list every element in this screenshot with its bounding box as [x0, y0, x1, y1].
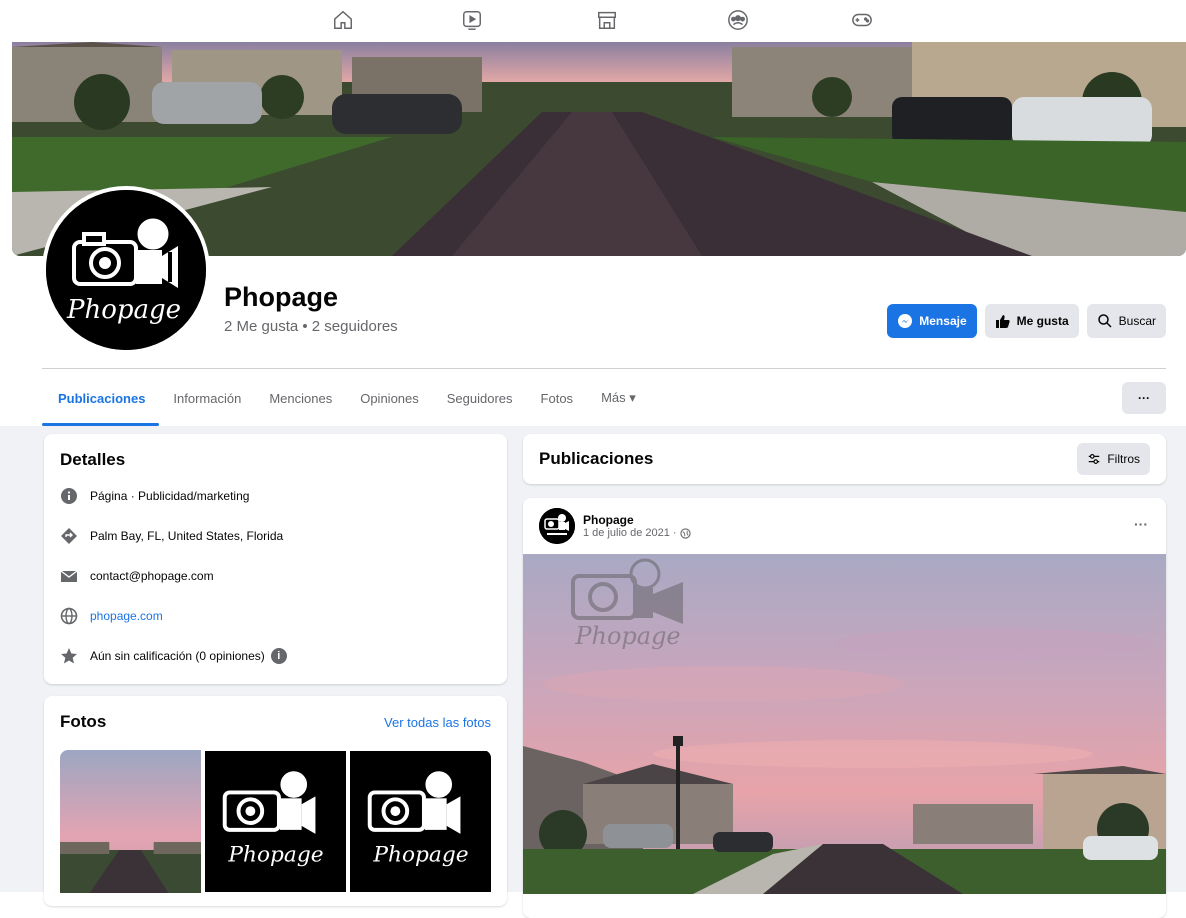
header-divider — [42, 368, 1166, 369]
watch-icon[interactable] — [460, 8, 484, 32]
detail-rating: Aún sin calificación (0 opiniones) i — [60, 636, 491, 676]
tab-publicaciones[interactable]: Publicaciones — [42, 370, 160, 426]
search-icon — [1097, 314, 1112, 328]
photo-logo-text: Phopage — [372, 842, 468, 867]
tab-seguidores[interactable]: Seguidores — [433, 370, 527, 426]
post-header: Phopage 1 de julio de 2021 · — [539, 508, 691, 544]
like-button-label: Me gusta — [1016, 314, 1069, 328]
photo-logo-text: Phopage — [227, 842, 323, 867]
like-button[interactable]: Me gusta — [984, 304, 1079, 338]
messenger-icon — [898, 314, 913, 328]
profile-picture[interactable]: Phopage — [42, 186, 210, 354]
detail-rating-text: Aún sin calificación (0 opiniones) — [90, 649, 265, 663]
filters-button-label: Filtros — [1107, 452, 1140, 466]
marketplace-icon[interactable] — [595, 8, 619, 32]
message-button[interactable]: Mensaje — [887, 304, 977, 338]
tab-mas[interactable]: Más ▾ — [587, 370, 650, 426]
detail-category-text: Página · Publicidad/marketing — [90, 489, 250, 503]
detail-location-text: Palm Bay, FL, United States, Florida — [90, 529, 284, 543]
post-date[interactable]: 1 de julio de 2021 · — [583, 527, 677, 539]
photo-thumbnail[interactable]: Phopage — [350, 750, 491, 893]
post-options-button[interactable]: ··· — [1134, 516, 1148, 532]
detail-email-text: contact@phopage.com — [90, 569, 214, 583]
detail-category: Página · Publicidad/marketing — [60, 476, 491, 516]
filters-button[interactable]: Filtros — [1077, 443, 1150, 475]
post-card: Phopage 1 de julio de 2021 · ··· Phopage — [523, 498, 1166, 918]
tab-informacion[interactable]: Información — [159, 370, 255, 426]
see-all-photos-link[interactable]: Ver todas las fotos — [384, 715, 491, 730]
search-button[interactable]: Buscar — [1086, 304, 1166, 338]
post-author-avatar[interactable] — [539, 508, 575, 544]
gaming-icon[interactable] — [850, 8, 874, 32]
detail-email: contact@phopage.com — [60, 556, 491, 596]
photo-thumbnail[interactable]: Phopage — [205, 750, 346, 893]
page-stats: 2 Me gusta • 2 seguidores — [224, 318, 398, 335]
publications-header: Publicaciones Filtros — [523, 434, 1166, 484]
photos-title: Fotos — [60, 712, 107, 731]
rating-info-icon[interactable]: i — [270, 648, 287, 664]
detail-location: Palm Bay, FL, United States, Florida — [60, 516, 491, 556]
thumbs-up-icon — [995, 315, 1010, 328]
search-button-label: Buscar — [1118, 314, 1156, 328]
tab-opiniones[interactable]: Opiniones — [346, 370, 433, 426]
page-title: Phopage — [224, 282, 339, 312]
star-icon — [60, 647, 78, 665]
email-icon — [60, 567, 78, 585]
details-title: Detalles — [60, 450, 126, 469]
profile-logo-text: Phopage — [66, 295, 181, 325]
photo-thumbnail[interactable] — [60, 750, 201, 893]
tab-fotos[interactable]: Fotos — [527, 370, 588, 426]
tab-menciones[interactable]: Menciones — [255, 370, 346, 426]
post-author-name[interactable]: Phopage — [583, 513, 691, 527]
info-icon — [60, 487, 78, 505]
home-icon[interactable] — [331, 8, 355, 32]
website-link[interactable]: phopage.com — [90, 609, 163, 623]
details-card: Detalles Página · Publicidad/marketing P… — [44, 434, 507, 684]
public-globe-icon — [679, 527, 691, 539]
page-actions: Mensaje Me gusta Buscar — [887, 304, 1166, 338]
photos-card: Fotos Ver todas las fotos Phopage Phopag… — [44, 696, 507, 906]
publications-title: Publicaciones — [539, 449, 654, 468]
globe-icon — [60, 607, 78, 625]
filter-icon — [1089, 454, 1100, 464]
top-navigation — [0, 0, 1186, 42]
post-image[interactable]: Phopage — [523, 554, 1166, 894]
page-tabs: Publicaciones Información Menciones Opin… — [42, 370, 650, 426]
message-button-label: Mensaje — [919, 314, 967, 328]
photo-grid: Phopage Phopage — [60, 750, 491, 893]
post-date-row: 1 de julio de 2021 · — [583, 527, 691, 539]
post-watermark-text: Phopage — [574, 622, 680, 650]
groups-icon[interactable] — [726, 8, 750, 32]
more-options-button[interactable]: ··· — [1122, 382, 1166, 414]
detail-website: phopage.com — [60, 596, 491, 636]
location-icon — [60, 527, 78, 545]
